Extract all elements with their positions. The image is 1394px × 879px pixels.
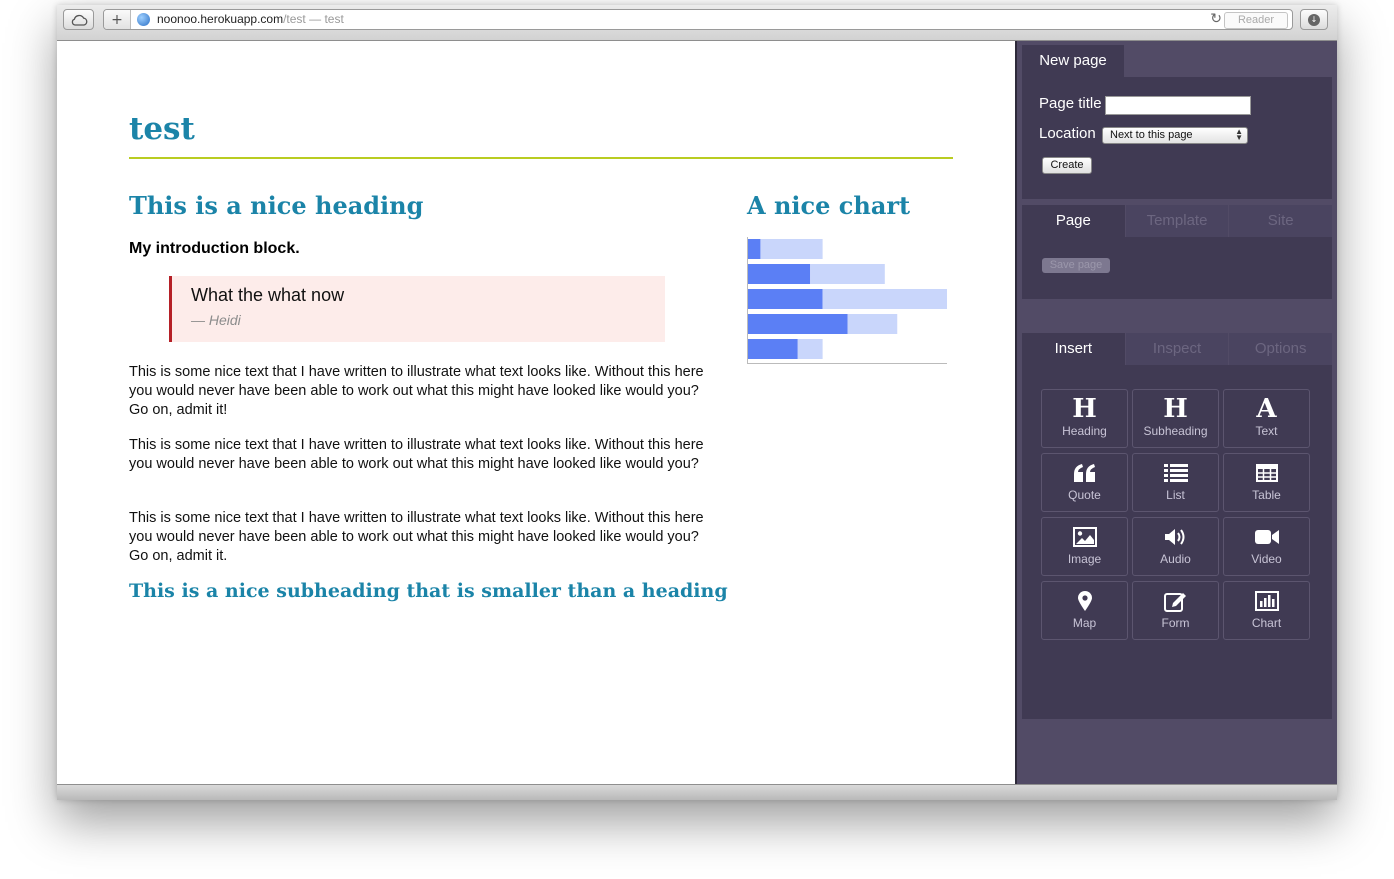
globe-icon (137, 13, 150, 26)
quote-citation: — Heidi (191, 312, 241, 328)
insert-quote-button[interactable]: Quote (1041, 453, 1128, 512)
intro-block[interactable]: My introduction block. (129, 240, 300, 258)
heading-icon: H (1072, 394, 1097, 424)
tab-insert[interactable]: Insert (1022, 333, 1125, 365)
paragraph[interactable]: This is some nice text that I have writt… (129, 509, 704, 566)
page-title[interactable]: test (129, 111, 195, 147)
insert-label: Quote (1068, 488, 1101, 502)
download-icon: ↓ (1308, 13, 1320, 26)
downloads-button[interactable]: ↓ (1300, 9, 1328, 30)
page-title-input[interactable] (1105, 96, 1251, 115)
page-content: test This is a nice heading My introduct… (57, 41, 1015, 785)
save-page-button[interactable]: Save page (1042, 258, 1110, 273)
chart-bar-series-2[interactable] (760, 239, 823, 259)
map-icon (1042, 588, 1127, 614)
select-arrows-icon: ▲ ▼ (1235, 127, 1243, 142)
list-icon (1133, 460, 1218, 486)
chart-bar-series-2[interactable] (847, 314, 898, 334)
insert-label: Map (1072, 616, 1097, 630)
subheading-icon: H (1163, 394, 1188, 424)
audio-icon (1133, 524, 1218, 550)
reader-button[interactable]: Reader (1224, 12, 1288, 29)
content-heading[interactable]: This is a nice heading (129, 191, 423, 220)
tab-template[interactable]: Template (1124, 205, 1229, 237)
table-icon (1224, 460, 1309, 486)
browser-toolbar: + noonoo.herokuapp.com/test — test ↻ Rea… (57, 5, 1337, 41)
reload-icon[interactable]: ↻ (1210, 11, 1222, 27)
form-icon (1133, 588, 1218, 614)
browser-window: + noonoo.herokuapp.com/test — test ↻ Rea… (57, 5, 1337, 800)
title-divider (129, 157, 953, 159)
tab-options[interactable]: Options (1228, 333, 1333, 365)
chart-bar-series-1[interactable] (748, 239, 761, 259)
insert-label: Form (1161, 616, 1190, 630)
location-select[interactable]: Next to this page ▲ ▼ (1102, 127, 1248, 144)
content-subheading[interactable]: This is a nice subheading that is smalle… (129, 580, 728, 602)
insert-panel: H Heading H Subheading A Text Quote List… (1022, 365, 1332, 719)
icloud-tabs-button[interactable] (63, 9, 94, 30)
insert-chart-button[interactable]: Chart (1223, 581, 1310, 640)
url-text[interactable]: noonoo.herokuapp.com/test — test (157, 12, 344, 26)
quote-text: What the what now (191, 285, 345, 305)
insert-label: Image (1067, 552, 1102, 566)
insert-tabs: Insert Inspect Options (1022, 333, 1333, 365)
address-bar[interactable]: + noonoo.herokuapp.com/test — test ↻ Rea… (103, 9, 1293, 30)
chart-bar-series-1[interactable] (748, 264, 811, 284)
insert-form-button[interactable]: Form (1132, 581, 1219, 640)
insert-heading-button[interactable]: H Heading (1041, 389, 1128, 448)
paragraph[interactable]: This is some nice text that I have writt… (129, 436, 704, 474)
page-panel: Save page (1022, 237, 1332, 299)
location-label: Location (1039, 125, 1096, 142)
plus-icon: + (111, 11, 123, 28)
insert-text-button[interactable]: A Text (1223, 389, 1310, 448)
chart-bar-series-1[interactable] (748, 289, 823, 309)
insert-audio-button[interactable]: Audio (1132, 517, 1219, 576)
chart-bar-series-1[interactable] (748, 314, 848, 334)
new-page-panel: Page title Location Next to this page ▲ ▼… (1022, 77, 1332, 199)
insert-table-button[interactable]: Table (1223, 453, 1310, 512)
quote-icon (1042, 460, 1127, 486)
insert-label: Text (1255, 424, 1278, 438)
tab-new-page[interactable]: New page (1022, 45, 1124, 77)
chart-title[interactable]: A nice chart (747, 191, 910, 220)
insert-subheading-button[interactable]: H Subheading (1132, 389, 1219, 448)
insert-video-button[interactable]: Video (1223, 517, 1310, 576)
insert-label: Heading (1062, 424, 1107, 438)
chart-bar-series-2[interactable] (810, 264, 885, 284)
insert-label: Audio (1160, 552, 1191, 566)
video-icon (1224, 524, 1309, 550)
blockquote[interactable]: What the what now — Heidi (169, 276, 665, 342)
tab-inspect[interactable]: Inspect (1124, 333, 1229, 365)
insert-label: Chart (1251, 616, 1282, 630)
chart-bar-series-2[interactable] (797, 339, 823, 359)
insert-map-button[interactable]: Map (1041, 581, 1128, 640)
page-title-label: Page title (1039, 95, 1102, 112)
chart-bar-series-1[interactable] (748, 339, 798, 359)
tab-page[interactable]: Page (1022, 205, 1125, 237)
insert-label: List (1166, 488, 1185, 502)
insert-image-button[interactable]: Image (1041, 517, 1128, 576)
location-select-value: Next to this page (1110, 129, 1193, 141)
status-bar (57, 784, 1337, 800)
text-icon: A (1256, 394, 1277, 424)
image-icon (1042, 524, 1127, 550)
editor-sidebar: New page Page title Location Next to thi… (1015, 41, 1337, 785)
create-button[interactable]: Create (1042, 157, 1092, 174)
insert-label: Subheading (1143, 424, 1208, 438)
insert-label: Video (1251, 552, 1282, 566)
insert-label: Table (1252, 488, 1281, 502)
insert-list-button[interactable]: List (1132, 453, 1219, 512)
bar-chart[interactable] (747, 237, 949, 368)
paragraph[interactable]: This is some nice text that I have writt… (129, 363, 704, 420)
tab-site[interactable]: Site (1228, 205, 1333, 237)
add-bookmark-button[interactable]: + (104, 10, 131, 29)
page-tabs: Page Template Site (1022, 205, 1333, 237)
chart-icon (1224, 588, 1309, 614)
chart-bar-series-2[interactable] (822, 289, 947, 309)
cloud-icon (71, 14, 87, 26)
